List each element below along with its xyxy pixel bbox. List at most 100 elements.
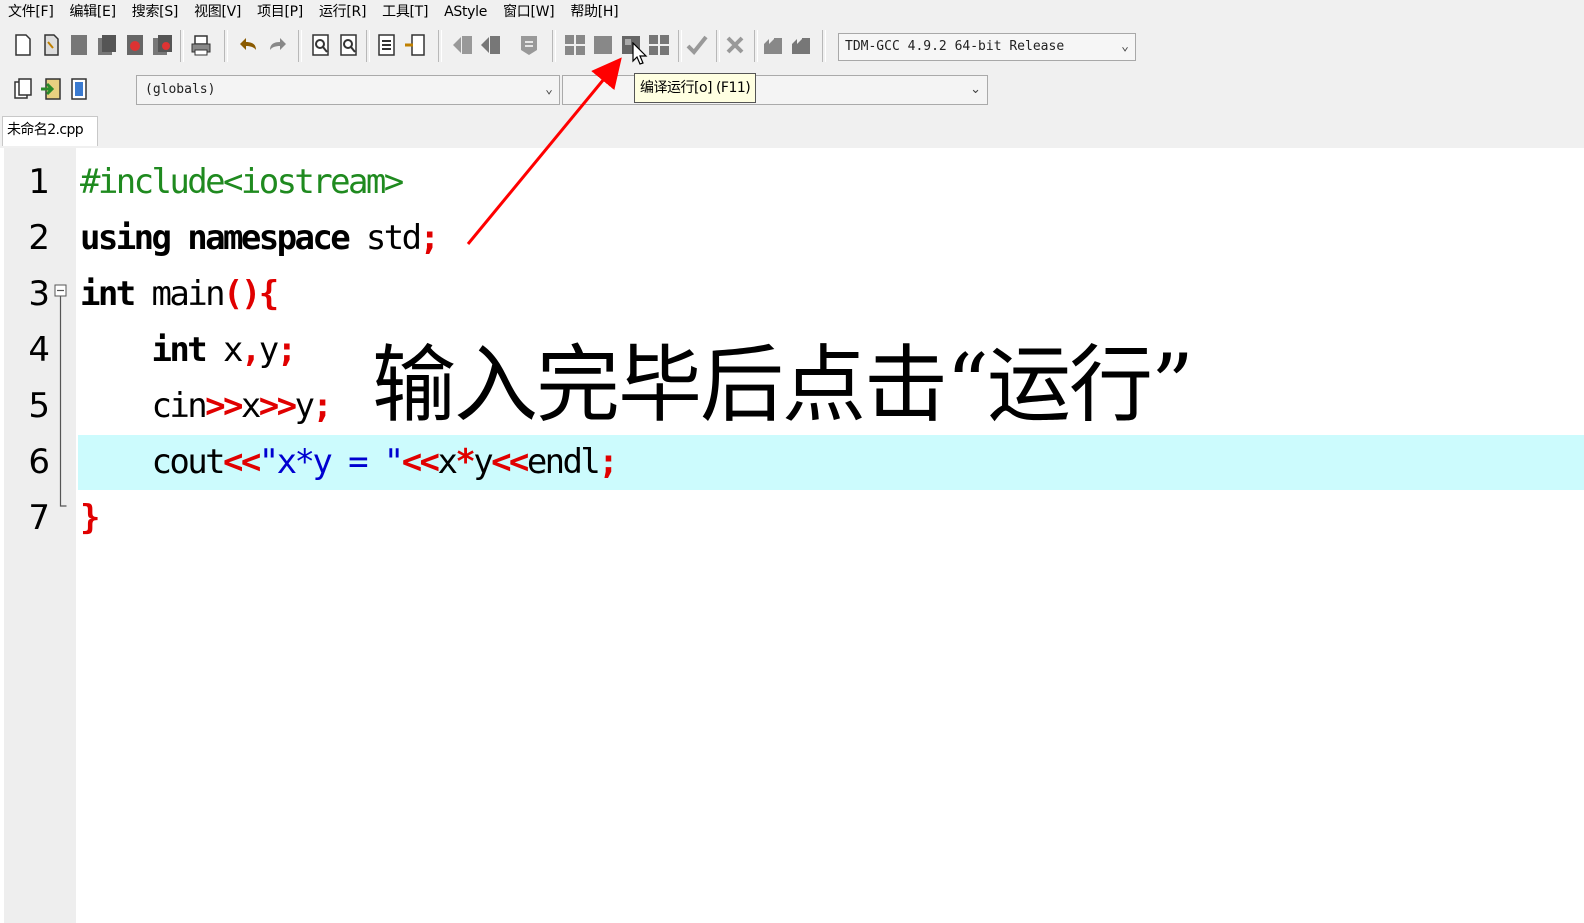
insert-button[interactable]	[12, 76, 34, 102]
undo-button[interactable]	[238, 32, 260, 58]
code-token: namespace	[187, 218, 350, 258]
compile-button[interactable]	[564, 32, 586, 58]
rebuild-icon	[649, 35, 669, 55]
code-token: #include<iostream>	[80, 162, 404, 202]
save-all-button[interactable]	[96, 32, 118, 58]
run-icon	[594, 36, 612, 54]
symbol-select[interactable]: ⌄	[562, 75, 988, 105]
delete-profile-icon	[792, 38, 810, 54]
code-line[interactable]: }	[80, 490, 100, 546]
code-line[interactable]: cout<<"x*y = "<<x*y<<endl;	[80, 434, 618, 490]
toggle-bookmark-button[interactable]	[404, 32, 426, 58]
code-token: ;	[312, 386, 332, 426]
code-line[interactable]: using namespace std;	[80, 210, 440, 266]
menu-file[interactable]: 文件[F]	[0, 0, 61, 24]
compiler-select-value: TDM-GCC 4.9.2 64-bit Release	[845, 39, 1065, 54]
rebuild-all-button[interactable]	[648, 32, 670, 58]
line-number: 7	[28, 498, 50, 538]
code-token: int	[151, 330, 207, 370]
goto-line-button[interactable]	[376, 32, 398, 58]
redo-icon	[270, 38, 286, 50]
menu-run[interactable]: 运行[R]	[311, 0, 374, 24]
syntax-check-button[interactable]	[686, 32, 708, 58]
close-all-icon	[153, 35, 172, 55]
goto-declaration-button[interactable]	[40, 76, 62, 102]
code-line[interactable]: #include<iostream>	[80, 154, 404, 210]
code-token: y	[258, 330, 279, 370]
stop-x-icon	[726, 36, 744, 54]
redo-button[interactable]	[266, 32, 288, 58]
insert-icon	[14, 78, 32, 99]
chevron-down-icon: ⌄	[1121, 39, 1129, 54]
print-button[interactable]	[190, 32, 212, 58]
profile-button[interactable]	[762, 32, 784, 58]
save-all-icon	[98, 35, 116, 55]
code-token: >>	[205, 386, 243, 426]
comment-button[interactable]	[518, 32, 540, 58]
line-number: 4	[28, 330, 50, 370]
menu-view[interactable]: 视图[V]	[186, 0, 249, 24]
goto-line-icon	[378, 34, 395, 56]
menu-project[interactable]: 项目[P]	[249, 0, 311, 24]
indent-left-icon	[453, 36, 472, 54]
code-token: "x*y = "	[258, 442, 405, 482]
save-button[interactable]	[68, 32, 90, 58]
scope-select[interactable]: (globals) ⌄	[136, 75, 560, 105]
menu-tools[interactable]: 工具[T]	[374, 0, 436, 24]
code-token: ;	[276, 330, 297, 370]
stop-execution-button[interactable]	[724, 32, 746, 58]
code-line[interactable]: cin>>x>>y;	[80, 378, 332, 434]
goto-arrow-icon	[41, 78, 61, 100]
chevron-down-icon: ⌄	[970, 82, 981, 97]
indent-left-button[interactable]	[452, 32, 474, 58]
code-token: *	[455, 442, 475, 482]
compiler-select[interactable]: TDM-GCC 4.9.2 64-bit Release ⌄	[838, 33, 1136, 61]
compile-icon	[565, 35, 585, 55]
open-button[interactable]	[40, 32, 62, 58]
bookmark-icon	[405, 34, 425, 56]
code-token: endl	[526, 442, 601, 482]
definition-icon	[71, 78, 87, 100]
code-token: int	[80, 274, 136, 314]
line-number: 5	[28, 386, 50, 426]
find-button[interactable]	[310, 32, 332, 58]
indent-right-icon	[481, 36, 500, 54]
comment-icon	[521, 36, 537, 55]
code-token: x	[240, 386, 261, 426]
delete-profile-button[interactable]	[790, 32, 812, 58]
fold-marker[interactable]	[54, 284, 68, 514]
run-button[interactable]	[592, 32, 614, 58]
menu-edit[interactable]: 编辑[E]	[61, 0, 123, 24]
menu-search[interactable]: 搜索[S]	[124, 0, 186, 24]
code-token: main	[133, 274, 225, 314]
indent-right-button[interactable]	[480, 32, 502, 58]
new-file-button[interactable]	[12, 32, 34, 58]
save-icon	[71, 35, 87, 55]
replace-button[interactable]	[338, 32, 360, 58]
code-token: cout	[80, 442, 225, 482]
undo-icon	[240, 38, 256, 50]
code-token: ,	[240, 330, 261, 370]
menu-help[interactable]: 帮助[H]	[562, 0, 626, 24]
close-all-button[interactable]	[152, 32, 174, 58]
tab-untitled2[interactable]: 未命名2.cpp	[2, 116, 98, 146]
code-token: <<	[401, 442, 440, 482]
mouse-cursor-icon	[632, 42, 648, 65]
find-icon	[312, 34, 329, 56]
menu-bar: 文件[F] 编辑[E] 搜索[S] 视图[V] 项目[P] 运行[R] 工具[T…	[0, 0, 1584, 24]
menu-window[interactable]: 窗口[W]	[495, 0, 562, 24]
code-line[interactable]: int main(){	[80, 266, 279, 322]
code-line[interactable]: int x,y;	[80, 322, 297, 378]
chevron-down-icon: ⌄	[545, 82, 553, 97]
editor-tab-bar	[0, 112, 1584, 148]
code-token: using	[80, 218, 172, 258]
menu-astyle[interactable]: AStyle	[436, 0, 495, 24]
line-number: 6	[28, 442, 50, 482]
open-file-icon	[44, 34, 59, 56]
close-file-button[interactable]	[124, 32, 146, 58]
goto-definition-button[interactable]	[68, 76, 90, 102]
printer-icon	[191, 35, 211, 56]
scope-select-value: (globals)	[145, 82, 216, 97]
